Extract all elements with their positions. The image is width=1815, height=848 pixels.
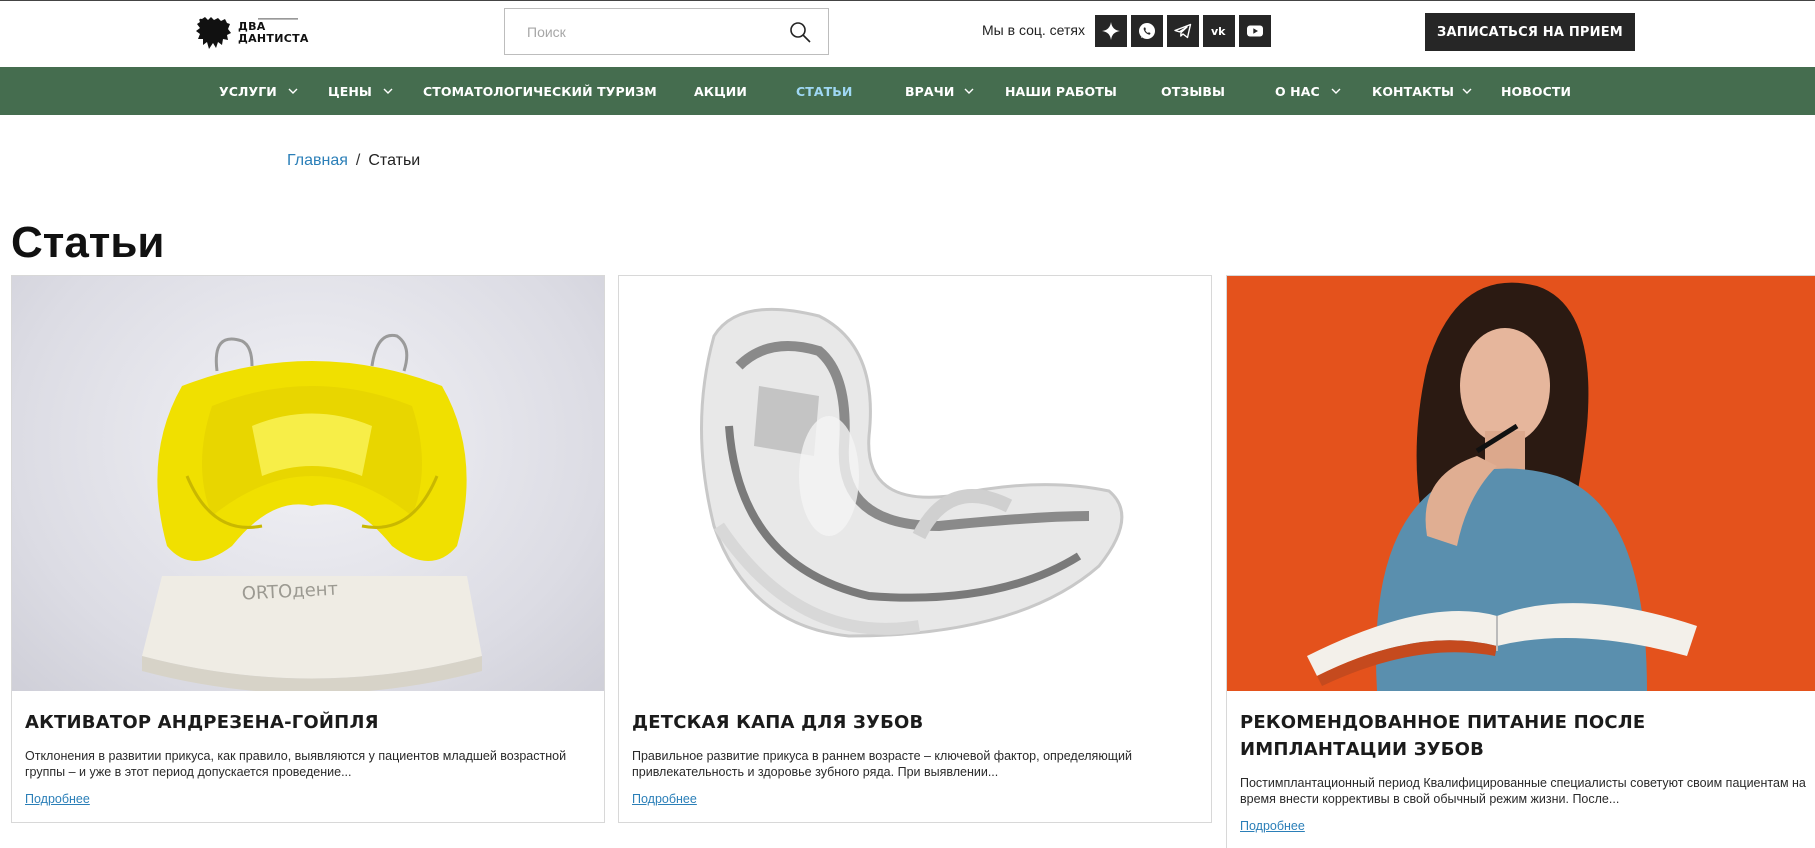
article-title[interactable]: РЕКОМЕНДОВАННОЕ ПИТАНИЕ ПОСЛЕ ИМПЛАНТАЦИ… <box>1240 709 1806 763</box>
orthodontic-activator-illustration: ORTOдент <box>142 333 482 691</box>
social-label: Мы в соц. сетях <box>982 22 1085 38</box>
read-more-link[interactable]: Подробнее <box>632 792 697 806</box>
woman-reading-illustration <box>1307 282 1697 691</box>
social-link-telegram[interactable] <box>1167 15 1199 47</box>
article-excerpt: Правильное развитие прикуса в раннем воз… <box>632 749 1132 779</box>
article-title[interactable]: ДЕТСКАЯ КАПА ДЛЯ ЗУБОВ <box>632 709 1198 736</box>
search-input[interactable] <box>505 9 775 54</box>
breadcrumb-current: Статьи <box>368 152 421 169</box>
article-image-mouthguard[interactable] <box>619 276 1211 691</box>
nav-item-news[interactable]: НОВОСТИ <box>1501 67 1571 115</box>
vk-icon: vk <box>1211 25 1226 38</box>
article-excerpt: Отклонения в развитии прикуса, как прави… <box>25 749 567 779</box>
article-title[interactable]: АКТИВАТОР АНДРЕЗЕНА-ГОЙПЛЯ <box>25 709 591 736</box>
svg-text:vk: vk <box>1211 25 1226 38</box>
nav-item-our-works[interactable]: НАШИ РАБОТЫ <box>1005 67 1117 115</box>
chevron-down-icon[interactable] <box>383 86 393 96</box>
breadcrumb-home-link[interactable]: Главная <box>287 152 348 170</box>
read-more-link[interactable]: Подробнее <box>1240 819 1305 833</box>
telegram-icon <box>1174 23 1192 39</box>
nav-item-contacts[interactable]: КОНТАКТЫ <box>1372 67 1454 115</box>
breadcrumb-separator: / <box>355 152 361 169</box>
social-link-sparkle[interactable] <box>1095 15 1127 47</box>
social-link-whatsapp[interactable] <box>1131 15 1163 47</box>
book-appointment-button[interactable]: ЗАПИСАТЬСЯ НА ПРИЕМ <box>1425 13 1635 51</box>
nav-item-doctors[interactable]: ВРАЧИ <box>905 67 954 115</box>
article-image-nutrition[interactable] <box>1227 276 1815 691</box>
article-excerpt: Постимплантационный период Квалифицирова… <box>1240 776 1806 806</box>
whatsapp-icon <box>1139 23 1155 39</box>
search-icon[interactable] <box>788 20 812 44</box>
chevron-down-icon[interactable] <box>964 86 974 96</box>
social-link-vk[interactable]: vk <box>1203 15 1235 47</box>
read-more-link[interactable]: Подробнее <box>25 792 90 806</box>
chevron-down-icon[interactable] <box>1331 86 1341 96</box>
breadcrumb: Главная / Статьи <box>287 152 420 170</box>
mouthguard-illustration <box>700 307 1124 638</box>
social-link-youtube[interactable] <box>1239 15 1271 47</box>
nav-item-prices[interactable]: ЦЕНЫ <box>328 67 372 115</box>
page-title: Статьи <box>11 218 165 267</box>
search-box[interactable] <box>504 8 829 55</box>
nav-item-reviews[interactable]: ОТЗЫВЫ <box>1161 67 1225 115</box>
nav-item-articles[interactable]: СТАТЬИ <box>796 67 853 115</box>
tooth-logo-icon <box>196 17 231 49</box>
sparkle-icon <box>1102 22 1120 40</box>
article-card[interactable]: ORTOдент АКТИВАТОР АНДРЕЗЕНА-ГОЙПЛЯ Откл… <box>11 275 605 823</box>
youtube-icon <box>1247 25 1263 37</box>
logo[interactable]: ДВА ДАНТИСТА <box>196 15 309 51</box>
article-image-activator[interactable]: ORTOдент <box>12 276 604 691</box>
nav-item-services[interactable]: УСЛУГИ <box>219 67 277 115</box>
chevron-down-icon[interactable] <box>1462 86 1472 96</box>
nav-item-about[interactable]: О НАС <box>1275 67 1320 115</box>
top-header: ДВА ДАНТИСТА Мы в соц. сетях vk ЗАПИСАТЬ… <box>0 0 1815 67</box>
nav-item-dental-tourism[interactable]: СТОМАТОЛОГИЧЕСКИЙ ТУРИЗМ <box>423 67 657 115</box>
article-card[interactable]: ДЕТСКАЯ КАПА ДЛЯ ЗУБОВ Правильное развит… <box>618 275 1212 823</box>
chevron-down-icon[interactable] <box>288 86 298 96</box>
logo-text: ДВА ДАНТИСТА <box>238 21 309 45</box>
logo-tagline-mark <box>258 18 298 20</box>
logo-line-2: ДАНТИСТА <box>238 32 309 45</box>
nav-item-promotions[interactable]: АКЦИИ <box>694 67 747 115</box>
main-nav: УСЛУГИ ЦЕНЫ СТОМАТОЛОГИЧЕСКИЙ ТУРИЗМ АКЦ… <box>0 67 1815 115</box>
article-card[interactable]: РЕКОМЕНДОВАННОЕ ПИТАНИЕ ПОСЛЕ ИМПЛАНТАЦИ… <box>1226 275 1815 848</box>
